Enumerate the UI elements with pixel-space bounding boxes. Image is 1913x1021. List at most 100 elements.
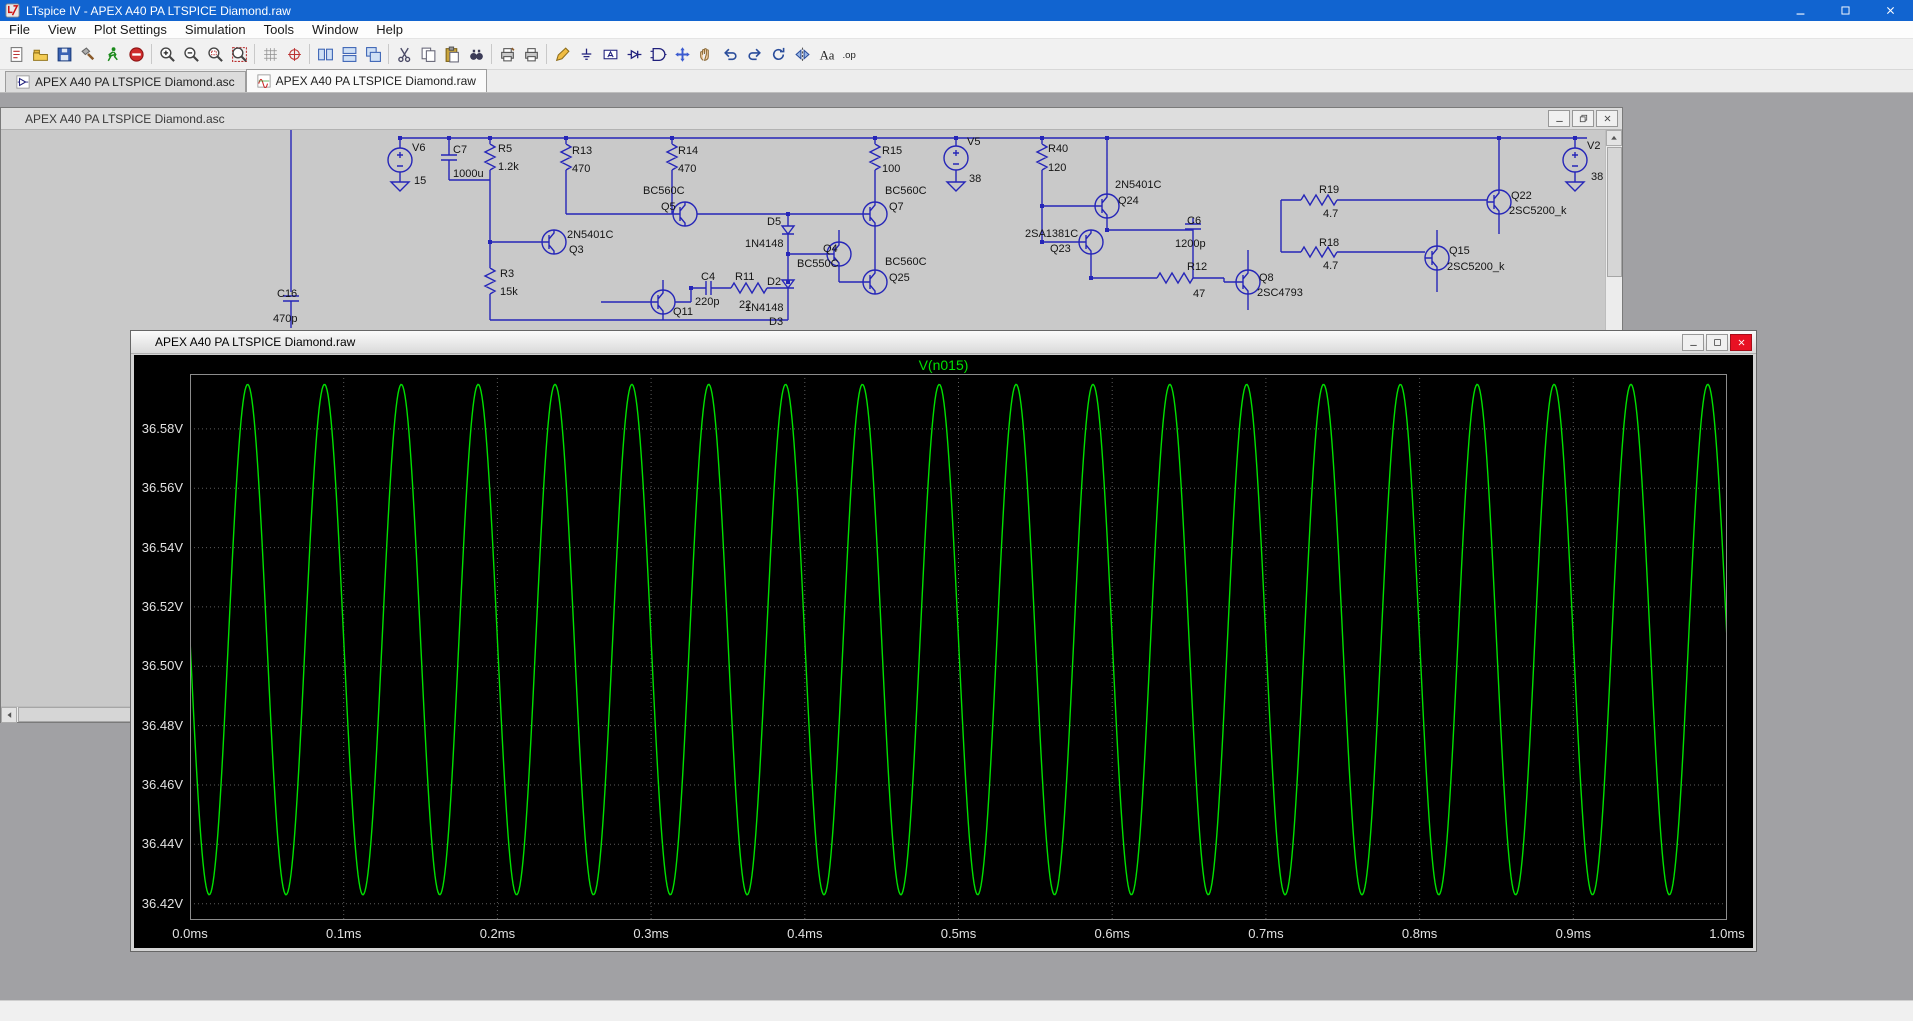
menu-simulation[interactable]: Simulation [176, 21, 255, 39]
wire-icon[interactable] [550, 42, 574, 66]
y-tick-label[interactable]: 36.48V [142, 718, 183, 733]
component-label[interactable]: R14 [678, 145, 698, 157]
zoom-out-icon[interactable] [179, 42, 203, 66]
component-label[interactable]: Q8 [1259, 272, 1274, 284]
component-label[interactable]: Q22 [1511, 190, 1532, 202]
y-tick-label[interactable]: 36.52V [142, 599, 183, 614]
component-label[interactable]: R3 [500, 268, 514, 280]
component-label[interactable]: V6 [412, 142, 425, 154]
cut-icon[interactable] [392, 42, 416, 66]
app-close-button[interactable] [1868, 0, 1913, 21]
x-axis-labels[interactable]: 0.0ms 0.1ms 0.2ms 0.3ms 0.4ms 0.5ms 0.6ms 0.7ms… [172, 926, 1744, 942]
x-tick-label[interactable]: 0.0ms [160, 926, 220, 941]
app-minimize-button[interactable] [1778, 0, 1823, 21]
component-label[interactable]: Q25 [889, 272, 910, 284]
component-label[interactable]: 15 [414, 175, 426, 187]
component-label[interactable]: 120 [1048, 162, 1066, 174]
move-icon[interactable] [670, 42, 694, 66]
y-axis-labels[interactable]: 36.58V 36.56V 36.54V 36.52V 36.50V 36.48V 36.4… [134, 374, 186, 920]
component-label[interactable]: R12 [1187, 261, 1207, 273]
component-label[interactable]: 2SA1381C [1025, 228, 1078, 240]
component-label[interactable]: 100 [882, 163, 900, 175]
control-panel-icon[interactable] [76, 42, 100, 66]
menu-view[interactable]: View [39, 21, 85, 39]
schematic-close-button[interactable] [1596, 110, 1618, 127]
schematic-restore-button[interactable] [1572, 110, 1594, 127]
component-label[interactable]: 4.7 [1323, 260, 1338, 272]
waveform-plot[interactable] [189, 374, 1728, 920]
x-tick-label[interactable]: 0.3ms [621, 926, 681, 941]
schematic-window-titlebar[interactable]: APEX A40 PA LTSPICE Diamond.asc [1, 108, 1622, 130]
component-label[interactable]: 2SC5200_k [1509, 205, 1567, 217]
component-label[interactable]: C4 [701, 271, 715, 283]
waveform-window-titlebar[interactable]: APEX A40 PA LTSPICE Diamond.raw [131, 331, 1756, 354]
y-tick-label[interactable]: 36.46V [142, 777, 183, 792]
ground-icon[interactable] [574, 42, 598, 66]
component-label[interactable]: 1N4148 [745, 238, 784, 250]
component-label[interactable]: R5 [498, 143, 512, 155]
component-label[interactable]: R13 [572, 145, 592, 157]
menu-tools[interactable]: Tools [255, 21, 303, 39]
component-label[interactable]: 470 [572, 163, 590, 175]
component-label[interactable]: 47 [1193, 288, 1205, 300]
component-label[interactable]: 1N4148 [745, 302, 784, 314]
app-icon[interactable] [5, 3, 20, 18]
save-icon[interactable] [52, 42, 76, 66]
y-tick-label[interactable]: 36.44V [142, 836, 183, 851]
component-label[interactable]: Q7 [889, 201, 904, 213]
y-tick-label[interactable]: 36.58V [142, 421, 183, 436]
y-tick-label[interactable]: 36.56V [142, 480, 183, 495]
net-label-icon[interactable] [598, 42, 622, 66]
cascade-icon[interactable] [361, 42, 385, 66]
y-tick-label[interactable]: 36.50V [142, 658, 183, 673]
component-label[interactable]: V5 [967, 136, 980, 148]
zoom-full-icon[interactable] [227, 42, 251, 66]
component-label[interactable]: R18 [1319, 237, 1339, 249]
print-icon[interactable] [519, 42, 543, 66]
trace-legend[interactable]: V(n015) [134, 357, 1753, 373]
component-label[interactable]: V2 [1587, 140, 1600, 152]
component-label[interactable]: C6 [1187, 215, 1201, 227]
component-label[interactable]: 1000u [453, 168, 484, 180]
app-maximize-button[interactable] [1823, 0, 1868, 21]
waveform-close-button[interactable] [1730, 333, 1752, 351]
component-label[interactable]: 38 [969, 173, 981, 185]
mark-unconnected-icon[interactable] [282, 42, 306, 66]
halt-icon[interactable] [124, 42, 148, 66]
component-label[interactable]: 2SC5200_k [1447, 261, 1505, 273]
zoom-in-icon[interactable] [155, 42, 179, 66]
component-label[interactable]: Q4 [823, 243, 838, 255]
tab-asc-file[interactable]: APEX A40 PA LTSPICE Diamond.asc [5, 71, 246, 92]
x-tick-label[interactable]: 0.1ms [314, 926, 374, 941]
run-icon[interactable] [100, 42, 124, 66]
y-tick-label[interactable]: 36.54V [142, 540, 183, 555]
paste-icon[interactable] [440, 42, 464, 66]
text-icon[interactable]: Aa [814, 42, 838, 66]
component-label[interactable]: 1200p [1175, 238, 1206, 250]
x-tick-label[interactable]: 0.7ms [1236, 926, 1296, 941]
scroll-up-icon[interactable] [1606, 130, 1622, 146]
waveform-maximize-button[interactable] [1706, 333, 1728, 351]
waveform-minimize-button[interactable] [1682, 333, 1704, 351]
open-icon[interactable] [28, 42, 52, 66]
component-label[interactable]: R11 [735, 271, 754, 283]
component-label[interactable]: Q15 [1449, 245, 1470, 257]
component-label[interactable]: 220p [695, 296, 719, 308]
component-label[interactable]: D3 [769, 316, 783, 328]
component-label[interactable]: BC560C [643, 185, 685, 197]
diode-icon[interactable] [622, 42, 646, 66]
component-label[interactable]: D5 [767, 216, 781, 228]
new-schematic-icon[interactable] [4, 42, 28, 66]
component-label[interactable]: BC560C [885, 256, 927, 268]
spice-directive-icon[interactable]: .op [838, 42, 862, 66]
component-label[interactable]: 2SC4793 [1257, 287, 1303, 299]
menu-file[interactable]: File [0, 21, 39, 39]
component-label[interactable]: 470 [678, 163, 696, 175]
component-label[interactable]: C16 [277, 288, 297, 300]
component-label[interactable]: Q11 [673, 306, 693, 318]
component-label[interactable]: 1.2k [498, 161, 519, 173]
scroll-left-icon[interactable] [1, 707, 17, 723]
x-tick-label[interactable]: 1.0ms [1697, 926, 1757, 941]
vertical-scroll-thumb[interactable] [1607, 147, 1622, 277]
undo-icon[interactable] [718, 42, 742, 66]
